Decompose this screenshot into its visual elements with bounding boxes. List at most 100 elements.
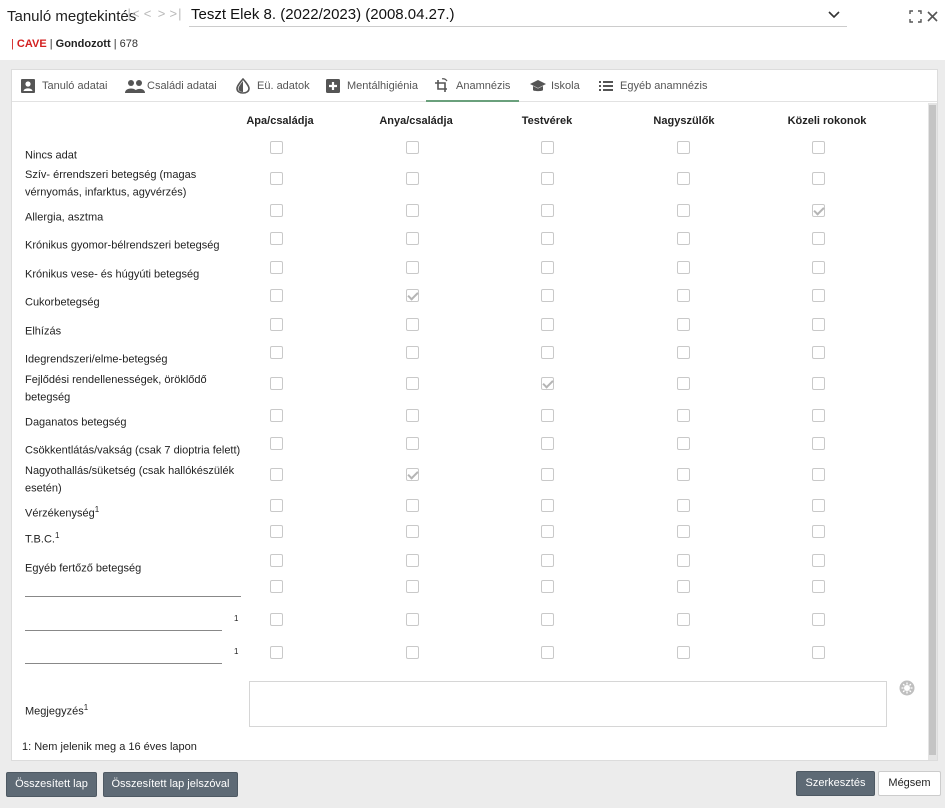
- checkbox[interactable]: [677, 525, 690, 538]
- checkbox[interactable]: [406, 232, 419, 245]
- tab-student-data[interactable]: Tanuló adatai: [20, 70, 120, 102]
- checkbox[interactable]: [541, 172, 554, 185]
- checkbox[interactable]: [270, 613, 283, 626]
- checkbox[interactable]: [270, 554, 283, 567]
- checkbox[interactable]: [270, 646, 283, 659]
- note-textarea[interactable]: [249, 681, 887, 727]
- checkbox[interactable]: [541, 318, 554, 331]
- checkbox[interactable]: [677, 377, 690, 390]
- edit-button[interactable]: Szerkesztés: [796, 771, 875, 796]
- checkbox[interactable]: [406, 172, 419, 185]
- checkbox[interactable]: [270, 204, 283, 217]
- checkbox[interactable]: [677, 613, 690, 626]
- checkbox[interactable]: [812, 289, 825, 302]
- next-record-button[interactable]: >: [155, 6, 169, 21]
- checkbox[interactable]: [677, 580, 690, 593]
- checkbox[interactable]: [270, 437, 283, 450]
- checkbox[interactable]: [406, 261, 419, 274]
- checkbox[interactable]: [406, 499, 419, 512]
- checkbox[interactable]: [406, 204, 419, 217]
- checkbox[interactable]: [270, 525, 283, 538]
- checkbox[interactable]: [406, 554, 419, 567]
- checkbox[interactable]: [677, 646, 690, 659]
- checkbox[interactable]: [541, 554, 554, 567]
- checkbox[interactable]: [270, 289, 283, 302]
- checkbox[interactable]: [541, 580, 554, 593]
- checkbox[interactable]: [270, 580, 283, 593]
- checkbox[interactable]: [270, 499, 283, 512]
- last-record-button[interactable]: >|: [169, 6, 183, 21]
- checkbox[interactable]: [270, 261, 283, 274]
- checkbox[interactable]: [406, 141, 419, 154]
- checkbox[interactable]: [812, 318, 825, 331]
- tab-mental-health[interactable]: Mentálhigiénia: [325, 70, 435, 102]
- checkbox[interactable]: [541, 346, 554, 359]
- gear-icon[interactable]: [899, 680, 915, 696]
- checkbox[interactable]: [541, 141, 554, 154]
- tab-school[interactable]: Iskola: [529, 70, 589, 102]
- checkbox[interactable]: [541, 261, 554, 274]
- checkbox[interactable]: [812, 261, 825, 274]
- checkbox[interactable]: [541, 204, 554, 217]
- checkbox[interactable]: [541, 289, 554, 302]
- checkbox[interactable]: [270, 141, 283, 154]
- checkbox[interactable]: [406, 377, 419, 390]
- checkbox[interactable]: [677, 409, 690, 422]
- student-selector[interactable]: Teszt Elek 8. (2022/2023) (2008.04.27.): [189, 5, 847, 27]
- checkbox[interactable]: [677, 468, 690, 481]
- vertical-scrollbar[interactable]: [928, 103, 937, 760]
- checkbox[interactable]: [812, 646, 825, 659]
- tab-health-data[interactable]: Eü. adatok: [235, 70, 320, 102]
- checkbox[interactable]: [812, 525, 825, 538]
- checkbox[interactable]: [677, 141, 690, 154]
- checkbox[interactable]: [270, 318, 283, 331]
- checkbox[interactable]: [406, 580, 419, 593]
- tab-other-anamnesis[interactable]: Egyéb anamnézis: [598, 70, 718, 102]
- checkbox[interactable]: [812, 204, 825, 217]
- checkbox[interactable]: [270, 377, 283, 390]
- checkbox[interactable]: [270, 409, 283, 422]
- checkbox[interactable]: [406, 468, 419, 481]
- checkbox[interactable]: [270, 468, 283, 481]
- checkbox[interactable]: [541, 525, 554, 538]
- checkbox[interactable]: [677, 289, 690, 302]
- checkbox[interactable]: [812, 141, 825, 154]
- cancel-button[interactable]: Mégsem: [878, 771, 941, 796]
- checkbox[interactable]: [812, 232, 825, 245]
- checkbox[interactable]: [812, 377, 825, 390]
- checkbox[interactable]: [541, 468, 554, 481]
- custom-disease-input[interactable]: [25, 646, 222, 664]
- checkbox[interactable]: [541, 409, 554, 422]
- checkbox[interactable]: [270, 346, 283, 359]
- checkbox[interactable]: [812, 409, 825, 422]
- checkbox[interactable]: [812, 613, 825, 626]
- checkbox[interactable]: [270, 172, 283, 185]
- prev-record-button[interactable]: <: [141, 6, 155, 21]
- checkbox[interactable]: [812, 499, 825, 512]
- scrollbar-thumb[interactable]: [929, 105, 936, 755]
- checkbox[interactable]: [812, 437, 825, 450]
- checkbox[interactable]: [541, 613, 554, 626]
- custom-disease-input[interactable]: [25, 613, 222, 631]
- checkbox[interactable]: [406, 346, 419, 359]
- checkbox[interactable]: [406, 525, 419, 538]
- checkbox[interactable]: [406, 318, 419, 331]
- checkbox[interactable]: [541, 646, 554, 659]
- checkbox[interactable]: [812, 468, 825, 481]
- tab-anamnesis[interactable]: Anamnézis: [426, 70, 519, 102]
- checkbox[interactable]: [812, 172, 825, 185]
- checkbox[interactable]: [677, 261, 690, 274]
- close-icon[interactable]: [926, 10, 939, 23]
- summary-sheet-password-button[interactable]: Összesített lap jelszóval: [103, 772, 238, 797]
- checkbox[interactable]: [541, 377, 554, 390]
- fullscreen-icon[interactable]: [909, 10, 922, 23]
- checkbox[interactable]: [812, 346, 825, 359]
- checkbox[interactable]: [677, 204, 690, 217]
- checkbox[interactable]: [677, 554, 690, 567]
- checkbox[interactable]: [541, 232, 554, 245]
- checkbox[interactable]: [541, 499, 554, 512]
- checkbox[interactable]: [541, 437, 554, 450]
- checkbox[interactable]: [406, 437, 419, 450]
- checkbox[interactable]: [406, 613, 419, 626]
- checkbox[interactable]: [677, 437, 690, 450]
